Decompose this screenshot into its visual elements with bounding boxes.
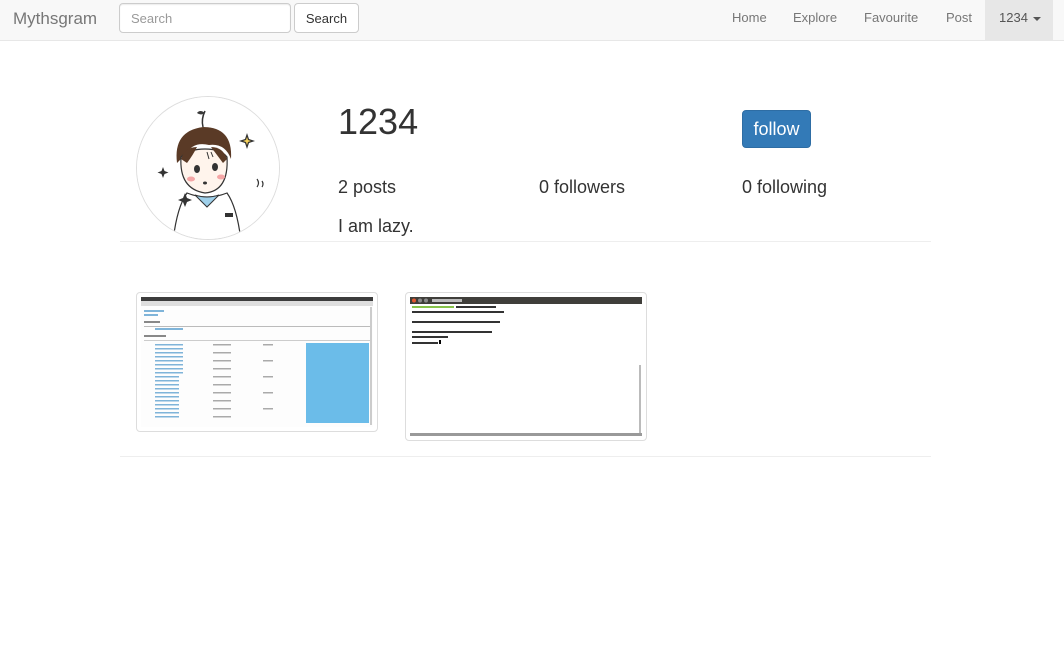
followers-count[interactable]: 0 followers bbox=[539, 176, 625, 198]
user-menu-dropdown[interactable]: 1234 bbox=[985, 0, 1053, 40]
nav-favourite[interactable]: Favourite bbox=[864, 0, 918, 40]
nav-post[interactable]: Post bbox=[946, 0, 972, 40]
profile-header: 1234 follow 2 posts 0 followers 0 follow… bbox=[120, 96, 931, 242]
avatar bbox=[136, 96, 280, 240]
follow-button[interactable]: follow bbox=[742, 110, 811, 148]
navbar: Mythsgram Search Home Explore Favourite … bbox=[0, 0, 1064, 41]
brand-logo[interactable]: Mythsgram bbox=[13, 9, 97, 29]
search-button[interactable]: Search bbox=[294, 3, 359, 33]
terminal-screenshot-thumbnail bbox=[410, 297, 642, 436]
avatar-illustration bbox=[137, 97, 279, 239]
nav-home[interactable]: Home bbox=[732, 0, 767, 40]
user-menu-label: 1234 bbox=[999, 10, 1028, 25]
caret-down-icon bbox=[1032, 16, 1041, 21]
post-thumbnail-terminal[interactable] bbox=[405, 292, 647, 441]
post-thumbnail-spreadsheet[interactable] bbox=[136, 292, 378, 432]
posts-grid bbox=[120, 276, 931, 457]
profile-bio: I am lazy. bbox=[338, 216, 414, 236]
posts-count: 2 posts bbox=[338, 177, 397, 197]
search-input[interactable] bbox=[119, 3, 291, 33]
following-count[interactable]: 0 following bbox=[742, 176, 827, 198]
profile-username: 1234 bbox=[338, 101, 419, 142]
spreadsheet-screenshot-thumbnail bbox=[141, 297, 373, 427]
nav-explore[interactable]: Explore bbox=[793, 0, 837, 40]
